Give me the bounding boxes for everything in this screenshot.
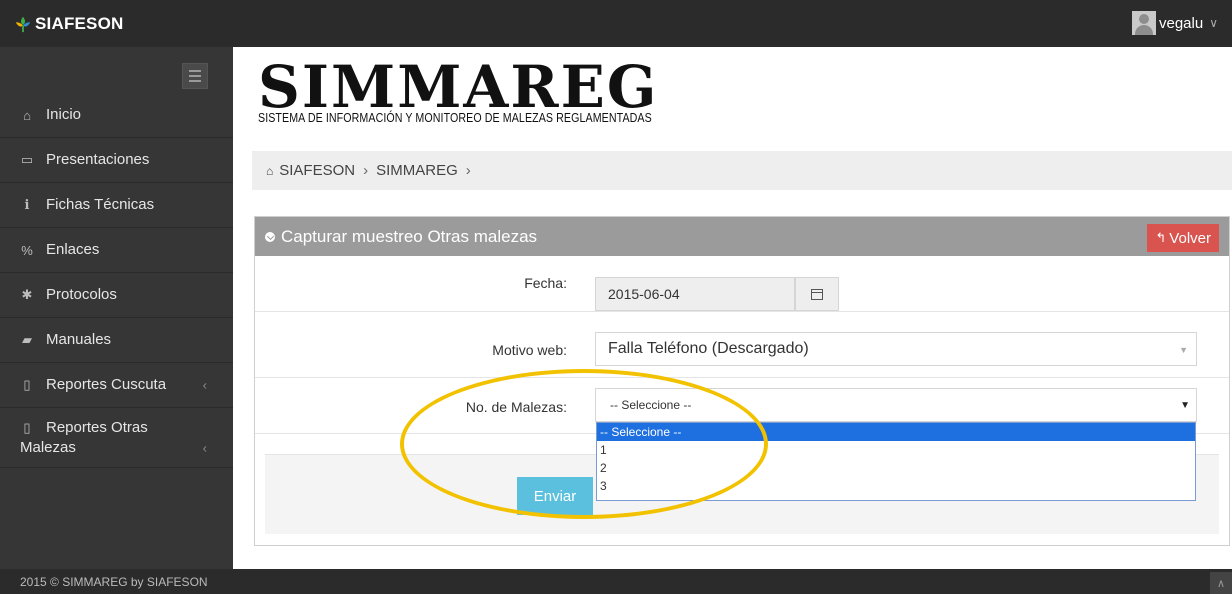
- folder-icon: ▭: [20, 152, 34, 167]
- breadcrumb-item-simmareg[interactable]: SIMMAREG: [376, 162, 458, 179]
- dropdown-option[interactable]: -- Seleccione --: [597, 423, 1195, 441]
- user-menu[interactable]: vegalu ∨: [1132, 9, 1218, 37]
- sidebar: ⌂ Inicio ▭ Presentaciones i Fichas Técni…: [0, 47, 233, 569]
- sidebar-menu: ⌂ Inicio ▭ Presentaciones i Fichas Técni…: [0, 93, 233, 468]
- page-logo-subtitle: SISTEMA DE INFORMACIÓN Y MONITOREO DE MA…: [258, 110, 652, 125]
- sidebar-toggle-button[interactable]: [182, 63, 208, 89]
- file-icon: ▯: [23, 420, 31, 435]
- sidebar-item-label: Presentaciones: [46, 151, 150, 168]
- sidebar-item-label: Enlaces: [46, 241, 100, 258]
- malezas-value: -- Seleccione --: [610, 398, 692, 412]
- fecha-label: Fecha:: [524, 275, 567, 291]
- avatar: [1132, 11, 1156, 35]
- gear-icon: ✱: [21, 287, 33, 302]
- motivo-label: Motivo web:: [492, 342, 567, 358]
- sidebar-item-reportes-otras-malezas[interactable]: ▯ Reportes Otras Malezas ‹: [0, 408, 233, 468]
- book-icon: ▰: [22, 332, 32, 347]
- submit-button[interactable]: Enviar: [517, 477, 593, 515]
- panel-header: Capturar muestreo Otras malezas ↰ Volver: [255, 217, 1229, 256]
- sidebar-item-enlaces[interactable]: % Enlaces: [0, 228, 233, 273]
- caret-down-icon: ▼: [1179, 345, 1188, 355]
- fecha-input[interactable]: 2015-06-04: [595, 277, 795, 311]
- caret-down-icon: ▼: [1180, 400, 1190, 411]
- sidebar-item-label: Inicio: [46, 106, 82, 123]
- back-button-label: Volver: [1169, 229, 1211, 247]
- malezas-label: No. de Malezas:: [465, 399, 567, 415]
- footer: 2015 © SIMMAREG by SIAFESON ∧: [0, 569, 1232, 594]
- dropdown-option[interactable]: 2: [597, 459, 1195, 477]
- calendar-icon: [811, 288, 823, 300]
- sidebar-item-inicio[interactable]: ⌂ Inicio: [0, 93, 233, 138]
- scroll-to-top-button[interactable]: ∧: [1210, 572, 1232, 594]
- fecha-value: 2015-06-04: [608, 286, 680, 302]
- sidebar-item-manuales[interactable]: ▰ Manuales: [0, 318, 233, 363]
- chevron-up-icon: ∧: [1216, 577, 1226, 590]
- breadcrumb-separator: ›: [465, 162, 471, 179]
- reply-icon: ↰: [1155, 230, 1167, 245]
- page-logo-title: SIMMAREG: [258, 53, 659, 121]
- sidebar-item-fichas-tecnicas[interactable]: i Fichas Técnicas: [0, 183, 233, 228]
- chevron-circle-icon: [265, 231, 275, 242]
- brand[interactable]: SIAFESON: [0, 0, 233, 47]
- form-row-fecha: Fecha: 2015-06-04: [255, 256, 1229, 312]
- malezas-select[interactable]: -- Seleccione -- ▼: [595, 388, 1197, 422]
- footer-text: 2015 © SIMMAREG by SIAFESON: [20, 574, 208, 589]
- dropdown-option[interactable]: 3: [597, 477, 1195, 495]
- breadcrumb-item-siafeson[interactable]: SIAFESON: [279, 162, 355, 179]
- breadcrumb-separator: ›: [363, 162, 369, 179]
- sidebar-item-label: Reportes Otras Malezas: [20, 419, 148, 456]
- calendar-button[interactable]: [795, 277, 839, 311]
- form-row-motivo: Motivo web: Falla Teléfono (Descargado) …: [255, 312, 1229, 378]
- sidebar-item-presentaciones[interactable]: ▭ Presentaciones: [0, 138, 233, 183]
- file-icon: ▯: [23, 377, 31, 392]
- breadcrumb: ⌂ SIAFESON › SIMMAREG ›: [252, 151, 1232, 190]
- chevron-down-icon: ∨: [1209, 16, 1218, 30]
- sidebar-item-label: Fichas Técnicas: [46, 196, 155, 213]
- chevron-left-icon: ‹: [202, 377, 207, 393]
- brand-logo-icon: [15, 16, 31, 32]
- sidebar-item-label: Protocolos: [46, 286, 117, 303]
- info-icon: i: [24, 197, 30, 213]
- top-navbar: SIAFESON vegalu ∨: [0, 0, 1232, 47]
- user-name: vegalu: [1159, 14, 1204, 32]
- motivo-select[interactable]: Falla Teléfono (Descargado) ▼: [595, 332, 1197, 366]
- malezas-dropdown-list: -- Seleccione -- 1 2 3: [596, 422, 1196, 501]
- chevron-left-icon: ‹: [202, 440, 207, 456]
- sidebar-item-label: Manuales: [46, 331, 112, 348]
- back-button[interactable]: ↰ Volver: [1147, 224, 1219, 252]
- home-icon: ⌂: [266, 163, 274, 178]
- sidebar-item-protocolos[interactable]: ✱ Protocolos: [0, 273, 233, 318]
- dropdown-option[interactable]: 1: [597, 441, 1195, 459]
- link-icon: %: [21, 242, 33, 258]
- motivo-value: Falla Teléfono (Descargado): [608, 340, 809, 357]
- brand-name: SIAFESON: [35, 13, 124, 33]
- home-icon: ⌂: [23, 107, 31, 123]
- sidebar-item-reportes-cuscuta[interactable]: ▯ Reportes Cuscuta ‹: [0, 363, 233, 408]
- sidebar-item-label: Reportes Cuscuta: [46, 376, 167, 393]
- panel-title: Capturar muestreo Otras malezas: [281, 226, 538, 246]
